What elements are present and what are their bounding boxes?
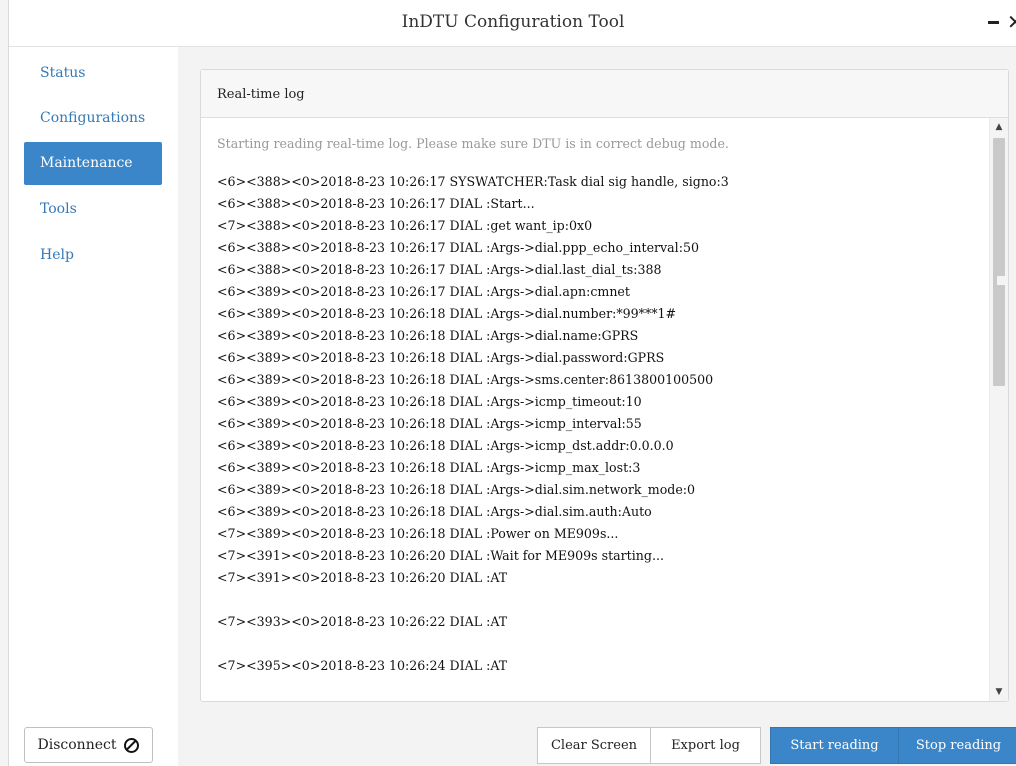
- title-bar: InDTU Configuration Tool ✕: [9, 0, 1016, 47]
- sidebar-item-tools[interactable]: Tools: [24, 188, 162, 231]
- log-line: <6><388><0>2018-8-23 10:26:17 DIAL :Args…: [217, 240, 699, 255]
- log-line: <6><388><0>2018-8-23 10:26:17 DIAL :Args…: [217, 262, 662, 277]
- log-line: <6><389><0>2018-8-23 10:26:18 DIAL :Args…: [217, 394, 642, 409]
- app-window: InDTU Configuration Tool ✕ Status Config…: [8, 0, 1016, 766]
- scroll-grip: [997, 276, 1005, 285]
- sidebar-item-status[interactable]: Status: [24, 52, 162, 95]
- log-line: <7><395><0>2018-8-23 10:26:24 DIAL :AT: [217, 658, 508, 673]
- clear-screen-button[interactable]: Clear Screen: [537, 727, 651, 764]
- scroll-up-icon[interactable]: ▲: [990, 122, 1008, 132]
- log-lines: <6><388><0>2018-8-23 10:26:17 SYSWATCHER…: [217, 171, 986, 677]
- log-line: <6><389><0>2018-8-23 10:26:18 DIAL :Args…: [217, 416, 642, 431]
- disconnect-label: Disconnect: [37, 737, 117, 753]
- log-scrollbar[interactable]: ▲ ▼: [989, 118, 1008, 701]
- log-line: <6><388><0>2018-8-23 10:26:17 SYSWATCHER…: [217, 174, 729, 189]
- stop-reading-button[interactable]: Stop reading: [898, 727, 1016, 764]
- window-title: InDTU Configuration Tool: [401, 12, 625, 32]
- realtime-log-panel: Real-time log Starting reading real-time…: [200, 69, 1009, 702]
- log-line: <7><391><0>2018-8-23 10:26:20 DIAL :Wait…: [217, 548, 664, 563]
- start-reading-button[interactable]: Start reading: [770, 727, 899, 764]
- main-content: Real-time log Starting reading real-time…: [178, 47, 1016, 766]
- log-line: <6><389><0>2018-8-23 10:26:18 DIAL :Args…: [217, 460, 641, 475]
- log-line: <6><389><0>2018-8-23 10:26:18 DIAL :Args…: [217, 306, 677, 321]
- log-line: <6><389><0>2018-8-23 10:26:18 DIAL :Args…: [217, 482, 696, 497]
- scroll-down-icon[interactable]: ▼: [990, 687, 1008, 697]
- panel-title: Real-time log: [201, 70, 1008, 118]
- sidebar-item-configurations[interactable]: Configurations: [24, 97, 162, 140]
- log-output[interactable]: Starting reading real-time log. Please m…: [201, 118, 986, 701]
- log-line: <6><388><0>2018-8-23 10:26:17 DIAL :Star…: [217, 196, 535, 211]
- log-line: <6><389><0>2018-8-23 10:26:17 DIAL :Args…: [217, 284, 630, 299]
- log-line: <7><388><0>2018-8-23 10:26:17 DIAL :get …: [217, 218, 593, 233]
- scroll-thumb[interactable]: [993, 138, 1005, 386]
- log-line: <7><391><0>2018-8-23 10:26:20 DIAL :AT: [217, 570, 508, 585]
- sidebar-item-help[interactable]: Help: [24, 234, 162, 277]
- log-line: <6><389><0>2018-8-23 10:26:18 DIAL :Args…: [217, 438, 674, 453]
- log-line: <6><389><0>2018-8-23 10:26:18 DIAL :Args…: [217, 372, 714, 387]
- log-intro-text: Starting reading real-time log. Please m…: [217, 136, 729, 151]
- log-line: <7><389><0>2018-8-23 10:26:18 DIAL :Powe…: [217, 526, 619, 541]
- log-line: <6><389><0>2018-8-23 10:26:18 DIAL :Args…: [217, 328, 639, 343]
- sidebar: Status Configurations Maintenance Tools …: [9, 47, 177, 766]
- sidebar-item-maintenance[interactable]: Maintenance: [24, 142, 162, 185]
- log-line: <7><393><0>2018-8-23 10:26:22 DIAL :AT: [217, 614, 508, 629]
- close-icon[interactable]: ✕: [1007, 10, 1016, 34]
- minimize-icon[interactable]: [988, 21, 999, 24]
- log-line: <6><389><0>2018-8-23 10:26:18 DIAL :Args…: [217, 350, 665, 365]
- log-line: <6><389><0>2018-8-23 10:26:18 DIAL :Args…: [217, 504, 652, 519]
- export-log-button[interactable]: Export log: [650, 727, 761, 764]
- ban-icon: [124, 737, 140, 753]
- disconnect-button[interactable]: Disconnect: [24, 727, 153, 763]
